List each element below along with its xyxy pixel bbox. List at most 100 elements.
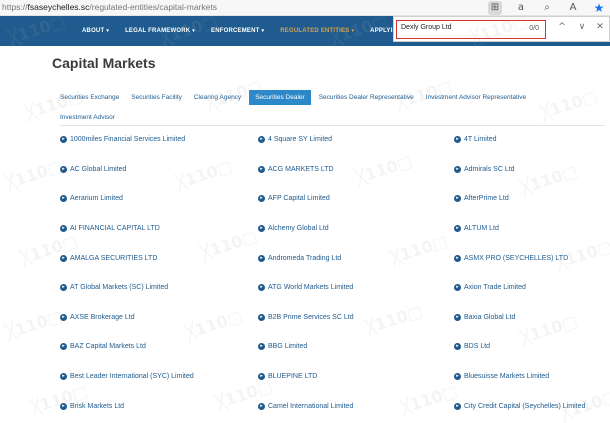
favorite-star-icon[interactable]: ★ (592, 1, 606, 15)
entity-name: ACG MARKETS LTD (268, 165, 334, 173)
entity-link[interactable]: ▸ ASMX PRO (SEYCHELLES) LTD (454, 243, 610, 273)
chevron-down-icon: ▾ (351, 28, 355, 34)
nav-item-about[interactable]: ABOUT ▾ (82, 28, 109, 34)
arrow-right-icon: ▸ (454, 254, 461, 262)
tab-securities-dealer[interactable]: Securities Dealer (249, 89, 311, 105)
entity-link[interactable]: ▸ Andromeda Trading Ltd (258, 243, 454, 273)
arrow-right-icon: ▸ (60, 165, 67, 173)
zoom-icon[interactable]: ⌕ (540, 1, 554, 15)
entity-name: Alchemy Global Ltd (268, 225, 329, 233)
entity-link[interactable]: ▸ 4 Square SY Limited (258, 125, 454, 155)
entity-link[interactable]: ▸ Brisk Markets Ltd (60, 391, 258, 421)
entity-name: Baxia Global Ltd (464, 313, 516, 321)
entity-name: AfterPrime Ltd (464, 195, 509, 203)
entity-link[interactable]: ▸ City Credit Capital (Seychelles) Limite… (454, 391, 610, 421)
entity-link[interactable]: ▸ BDS Ltd (454, 332, 610, 362)
entity-name: ASMX PRO (SEYCHELLES) LTD (464, 254, 569, 262)
tab-securities-facility[interactable]: Securities Facility (131, 94, 182, 101)
arrow-right-icon: ▸ (454, 313, 461, 321)
url-prefix: https:// (2, 2, 28, 12)
entity-name: BLUEPINE LTD (268, 373, 318, 381)
arrow-right-icon: ▸ (258, 284, 265, 292)
arrow-right-icon: ▸ (454, 402, 461, 410)
arrow-right-icon: ▸ (454, 165, 461, 173)
entity-link[interactable]: ▸ AMALGA SECURITIES LTD (60, 243, 258, 273)
entity-link[interactable]: ▸ AXSE Brokerage Ltd (60, 303, 258, 333)
entity-link[interactable]: ▸ AFP Capital Limited (258, 184, 454, 214)
arrow-right-icon: ▸ (258, 402, 265, 410)
entity-name: Axion Trade Limited (464, 284, 526, 292)
arrow-right-icon: ▸ (60, 254, 67, 262)
entity-link[interactable]: ▸ 4T Limited (454, 125, 610, 155)
arrow-right-icon: ▸ (454, 284, 461, 292)
watermark: ╳110□ (3, 156, 65, 193)
url-field[interactable]: https://fsaseychelles.sc/regulated-entit… (2, 2, 217, 12)
entity-link[interactable]: ▸ BBG Limited (258, 332, 454, 362)
find-close-button[interactable]: ✕ (594, 22, 606, 32)
entity-link[interactable]: ▸ Camel International Limited (258, 391, 454, 421)
find-prev-button[interactable]: ^ (556, 22, 568, 32)
browser-toolbar: ⊞ a ⌕ A ★ (488, 1, 606, 15)
entity-link[interactable]: ▸ AfterPrime Ltd (454, 184, 610, 214)
tab-securities-dealer-representative[interactable]: Securities Dealer Representative (319, 94, 414, 101)
entity-name: 4 Square SY Limited (268, 136, 333, 144)
text-size-icon[interactable]: A (566, 1, 580, 15)
entity-name: BBG Limited (268, 343, 308, 351)
arrow-right-icon: ▸ (60, 225, 67, 233)
tab-securities-exchange[interactable]: Securities Exchange (60, 94, 119, 101)
entity-link[interactable]: ▸ ATG World Markets Limited (258, 273, 454, 303)
entity-name: Andromeda Trading Ltd (268, 254, 342, 262)
entity-name: AFP Capital Limited (268, 195, 330, 203)
entity-list: ▸ 1000miles Financial Services Limited ▸ 4 … (60, 125, 610, 421)
entity-link[interactable]: ▸ 1000miles Financial Services Limited (60, 125, 258, 155)
arrow-right-icon: ▸ (60, 343, 67, 351)
url-path: /regulated-entities/capital-markets (89, 2, 217, 12)
tab-clearing-agency[interactable]: Clearing Agency (194, 94, 241, 101)
tab-investment-advisor-representative[interactable]: Investment Advisor Representative (426, 94, 526, 101)
entity-name: AXSE Brokerage Ltd (70, 313, 135, 321)
entity-name: Admirals SC Ltd (464, 165, 515, 173)
nav-item-regulated-entities[interactable]: REGULATED ENTITIES ▾ (280, 28, 354, 34)
entity-name: City Credit Capital (Seychelles) Limited (464, 402, 586, 410)
entity-link[interactable]: ▸ AC Global Limited (60, 155, 258, 185)
arrow-right-icon: ▸ (258, 254, 265, 262)
read-aloud-icon[interactable]: a (514, 1, 528, 15)
arrow-right-icon: ▸ (60, 402, 67, 410)
entity-link[interactable]: ▸ AI FINANCIAL CAPITAL LTD (60, 214, 258, 244)
entity-link[interactable]: ▸ Axion Trade Limited (454, 273, 610, 303)
find-input[interactable]: Dexly Group Ltd (401, 24, 452, 31)
chevron-down-icon: ▾ (192, 28, 195, 34)
tab-investment-advisor[interactable]: Investment Advisor (60, 114, 115, 121)
find-next-button[interactable]: ∨ (576, 22, 588, 32)
entity-name: B2B Prime Services SC Ltd (268, 313, 354, 321)
arrow-right-icon: ▸ (60, 284, 67, 292)
nav-item-label: ABOUT (82, 28, 105, 34)
nav-item-enforcement[interactable]: ENFORCEMENT ▾ (211, 28, 264, 34)
entity-link[interactable]: ▸ Baxia Global Ltd (454, 303, 610, 333)
entity-link[interactable]: ▸ BAZ Capital Markets Ltd (60, 332, 258, 362)
find-input-box[interactable]: Dexly Group Ltd 0/0 (396, 20, 546, 39)
arrow-right-icon: ▸ (454, 195, 461, 203)
find-bar: Dexly Group Ltd 0/0 ^ ∨ ✕ (393, 16, 610, 42)
arrow-right-icon: ▸ (258, 195, 265, 203)
watermark: ╳110□ (3, 306, 65, 343)
entity-link[interactable]: ▸ ACG MARKETS LTD (258, 155, 454, 185)
entity-name: 1000miles Financial Services Limited (70, 136, 186, 144)
entity-link[interactable]: ▸ Admirals SC Ltd (454, 155, 610, 185)
translate-icon[interactable]: ⊞ (488, 1, 502, 15)
entity-name: BDS Ltd (464, 343, 491, 351)
entity-link[interactable]: ▸ AT Global Markets (SC) Limited (60, 273, 258, 303)
chevron-down-icon: ▾ (106, 28, 110, 34)
entity-link[interactable]: ▸ Bluesuisse Markets Limited (454, 362, 610, 392)
entity-link[interactable]: ▸ Best Leader International (SYC) Limited (60, 362, 258, 392)
entity-link[interactable]: ▸ ALTUM Ltd (454, 214, 610, 244)
entity-name: BAZ Capital Markets Ltd (70, 343, 146, 351)
entity-link[interactable]: ▸ Aerarium Limited (60, 184, 258, 214)
entity-link[interactable]: ▸ BLUEPINE LTD (258, 362, 454, 392)
arrow-right-icon: ▸ (258, 165, 265, 173)
entity-link[interactable]: ▸ B2B Prime Services SC Ltd (258, 303, 454, 333)
arrow-right-icon: ▸ (258, 313, 265, 321)
entity-link[interactable]: ▸ Alchemy Global Ltd (258, 214, 454, 244)
nav-item-legal-framework[interactable]: LEGAL FRAMEWORK ▾ (125, 28, 195, 34)
chevron-down-icon: ▾ (261, 28, 265, 34)
